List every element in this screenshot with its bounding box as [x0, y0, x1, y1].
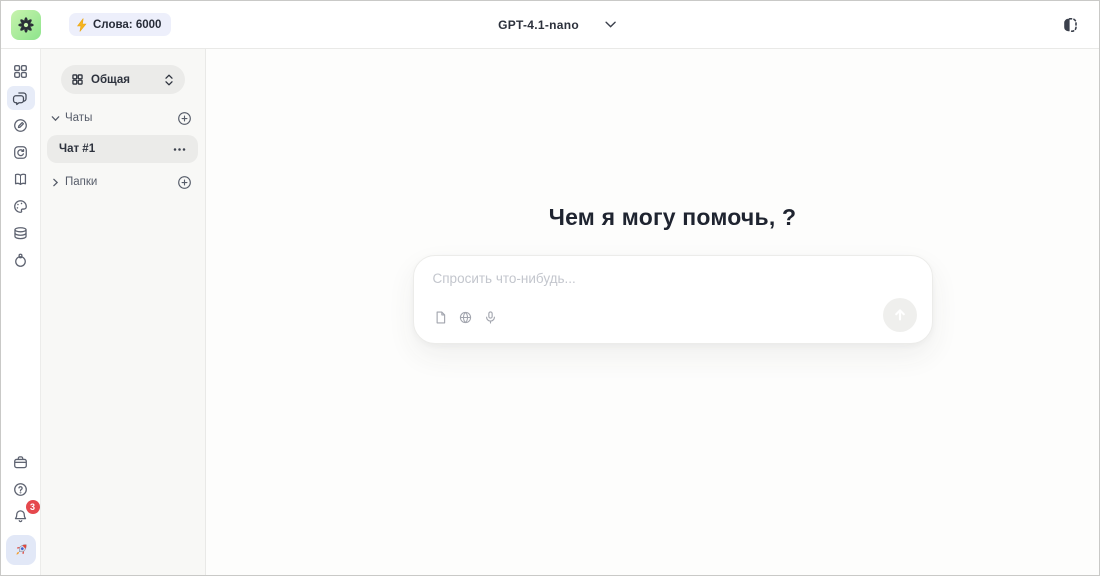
lightning-icon: [76, 18, 88, 32]
help-circle-icon: [12, 481, 29, 498]
model-selector[interactable]: GPT-4.1-nano: [498, 18, 616, 32]
workspace-name: Общая: [91, 74, 156, 86]
layers-stack-icon: [12, 225, 29, 242]
library-book-icon: [12, 171, 29, 188]
plus-circle-icon: [177, 175, 192, 190]
app-window: Слова: 6000 GPT-4.1-nano: [0, 0, 1100, 576]
rail-item-history[interactable]: [7, 140, 35, 164]
history-icon: [12, 144, 29, 161]
file-icon: [433, 310, 448, 325]
workspace-selector[interactable]: Общая: [61, 65, 185, 94]
compose-icon: [12, 117, 29, 134]
section-chats-label: Чаты: [65, 112, 177, 124]
section-folders-label: Папки: [65, 176, 177, 188]
chevron-down-icon: [50, 113, 61, 124]
chat-list-item[interactable]: Чат #1: [47, 135, 198, 163]
voice-input-button[interactable]: [483, 310, 498, 325]
add-chat-button[interactable]: [177, 111, 192, 126]
notification-count-badge: 3: [26, 500, 40, 514]
apps-grid-icon: [12, 63, 29, 80]
greeting-heading: Чем я могу помочь, ?: [549, 204, 797, 231]
model-name: GPT-4.1-nano: [498, 18, 579, 32]
add-folder-button[interactable]: [177, 175, 192, 190]
top-bar: Слова: 6000 GPT-4.1-nano: [1, 1, 1099, 49]
briefcase-icon: [12, 454, 29, 471]
rail-item-notifications[interactable]: 3: [7, 504, 35, 528]
rail-item-compose[interactable]: [7, 113, 35, 137]
composer-toolbar: [433, 298, 917, 332]
sidebar: Общая Чаты Ча: [41, 49, 206, 575]
rocket-icon: [12, 541, 30, 559]
arrow-up-icon: [892, 307, 908, 323]
panel-toggle-icon: [1060, 15, 1080, 35]
rail-item-chats[interactable]: [7, 86, 35, 110]
microphone-icon: [483, 310, 498, 325]
rail-item-voice[interactable]: [7, 248, 35, 272]
chat-bubbles-icon: [12, 90, 29, 107]
rail-item-apps[interactable]: [7, 59, 35, 83]
rail-item-briefcase[interactable]: [7, 450, 35, 474]
workspace-grid-icon: [71, 73, 84, 86]
web-search-button[interactable]: [458, 310, 473, 325]
message-input[interactable]: [433, 271, 917, 295]
toggle-panel-button[interactable]: [1055, 10, 1085, 40]
icon-rail: 3: [1, 49, 41, 575]
section-chats[interactable]: Чаты: [41, 109, 205, 127]
rail-item-layers[interactable]: [7, 221, 35, 245]
globe-icon: [458, 310, 473, 325]
app-logo[interactable]: [11, 10, 41, 40]
ellipsis-icon: [173, 147, 186, 152]
rail-item-upgrade[interactable]: [6, 535, 36, 565]
rail-item-library[interactable]: [7, 167, 35, 191]
unfold-chevrons-icon: [163, 73, 175, 87]
chat-options-button[interactable]: [171, 145, 188, 154]
words-balance-badge: Слова: 6000: [69, 13, 171, 36]
chevron-right-icon: [50, 177, 61, 188]
palette-icon: [12, 198, 29, 215]
send-message-button[interactable]: [883, 298, 917, 332]
main-content: Чем я могу помочь, ?: [206, 49, 1099, 575]
voice-icon: [12, 252, 29, 269]
words-balance-label: Слова: 6000: [93, 19, 161, 31]
chevron-down-icon: [605, 21, 616, 28]
plus-circle-icon: [177, 111, 192, 126]
flower-logo-icon: [17, 16, 35, 34]
chat-title: Чат #1: [59, 143, 95, 155]
rail-item-help[interactable]: [7, 477, 35, 501]
section-folders[interactable]: Папки: [41, 173, 205, 191]
rail-item-palette[interactable]: [7, 194, 35, 218]
rail-bottom-group: 3: [6, 450, 36, 565]
message-composer: [413, 255, 933, 344]
attach-file-button[interactable]: [433, 310, 448, 325]
